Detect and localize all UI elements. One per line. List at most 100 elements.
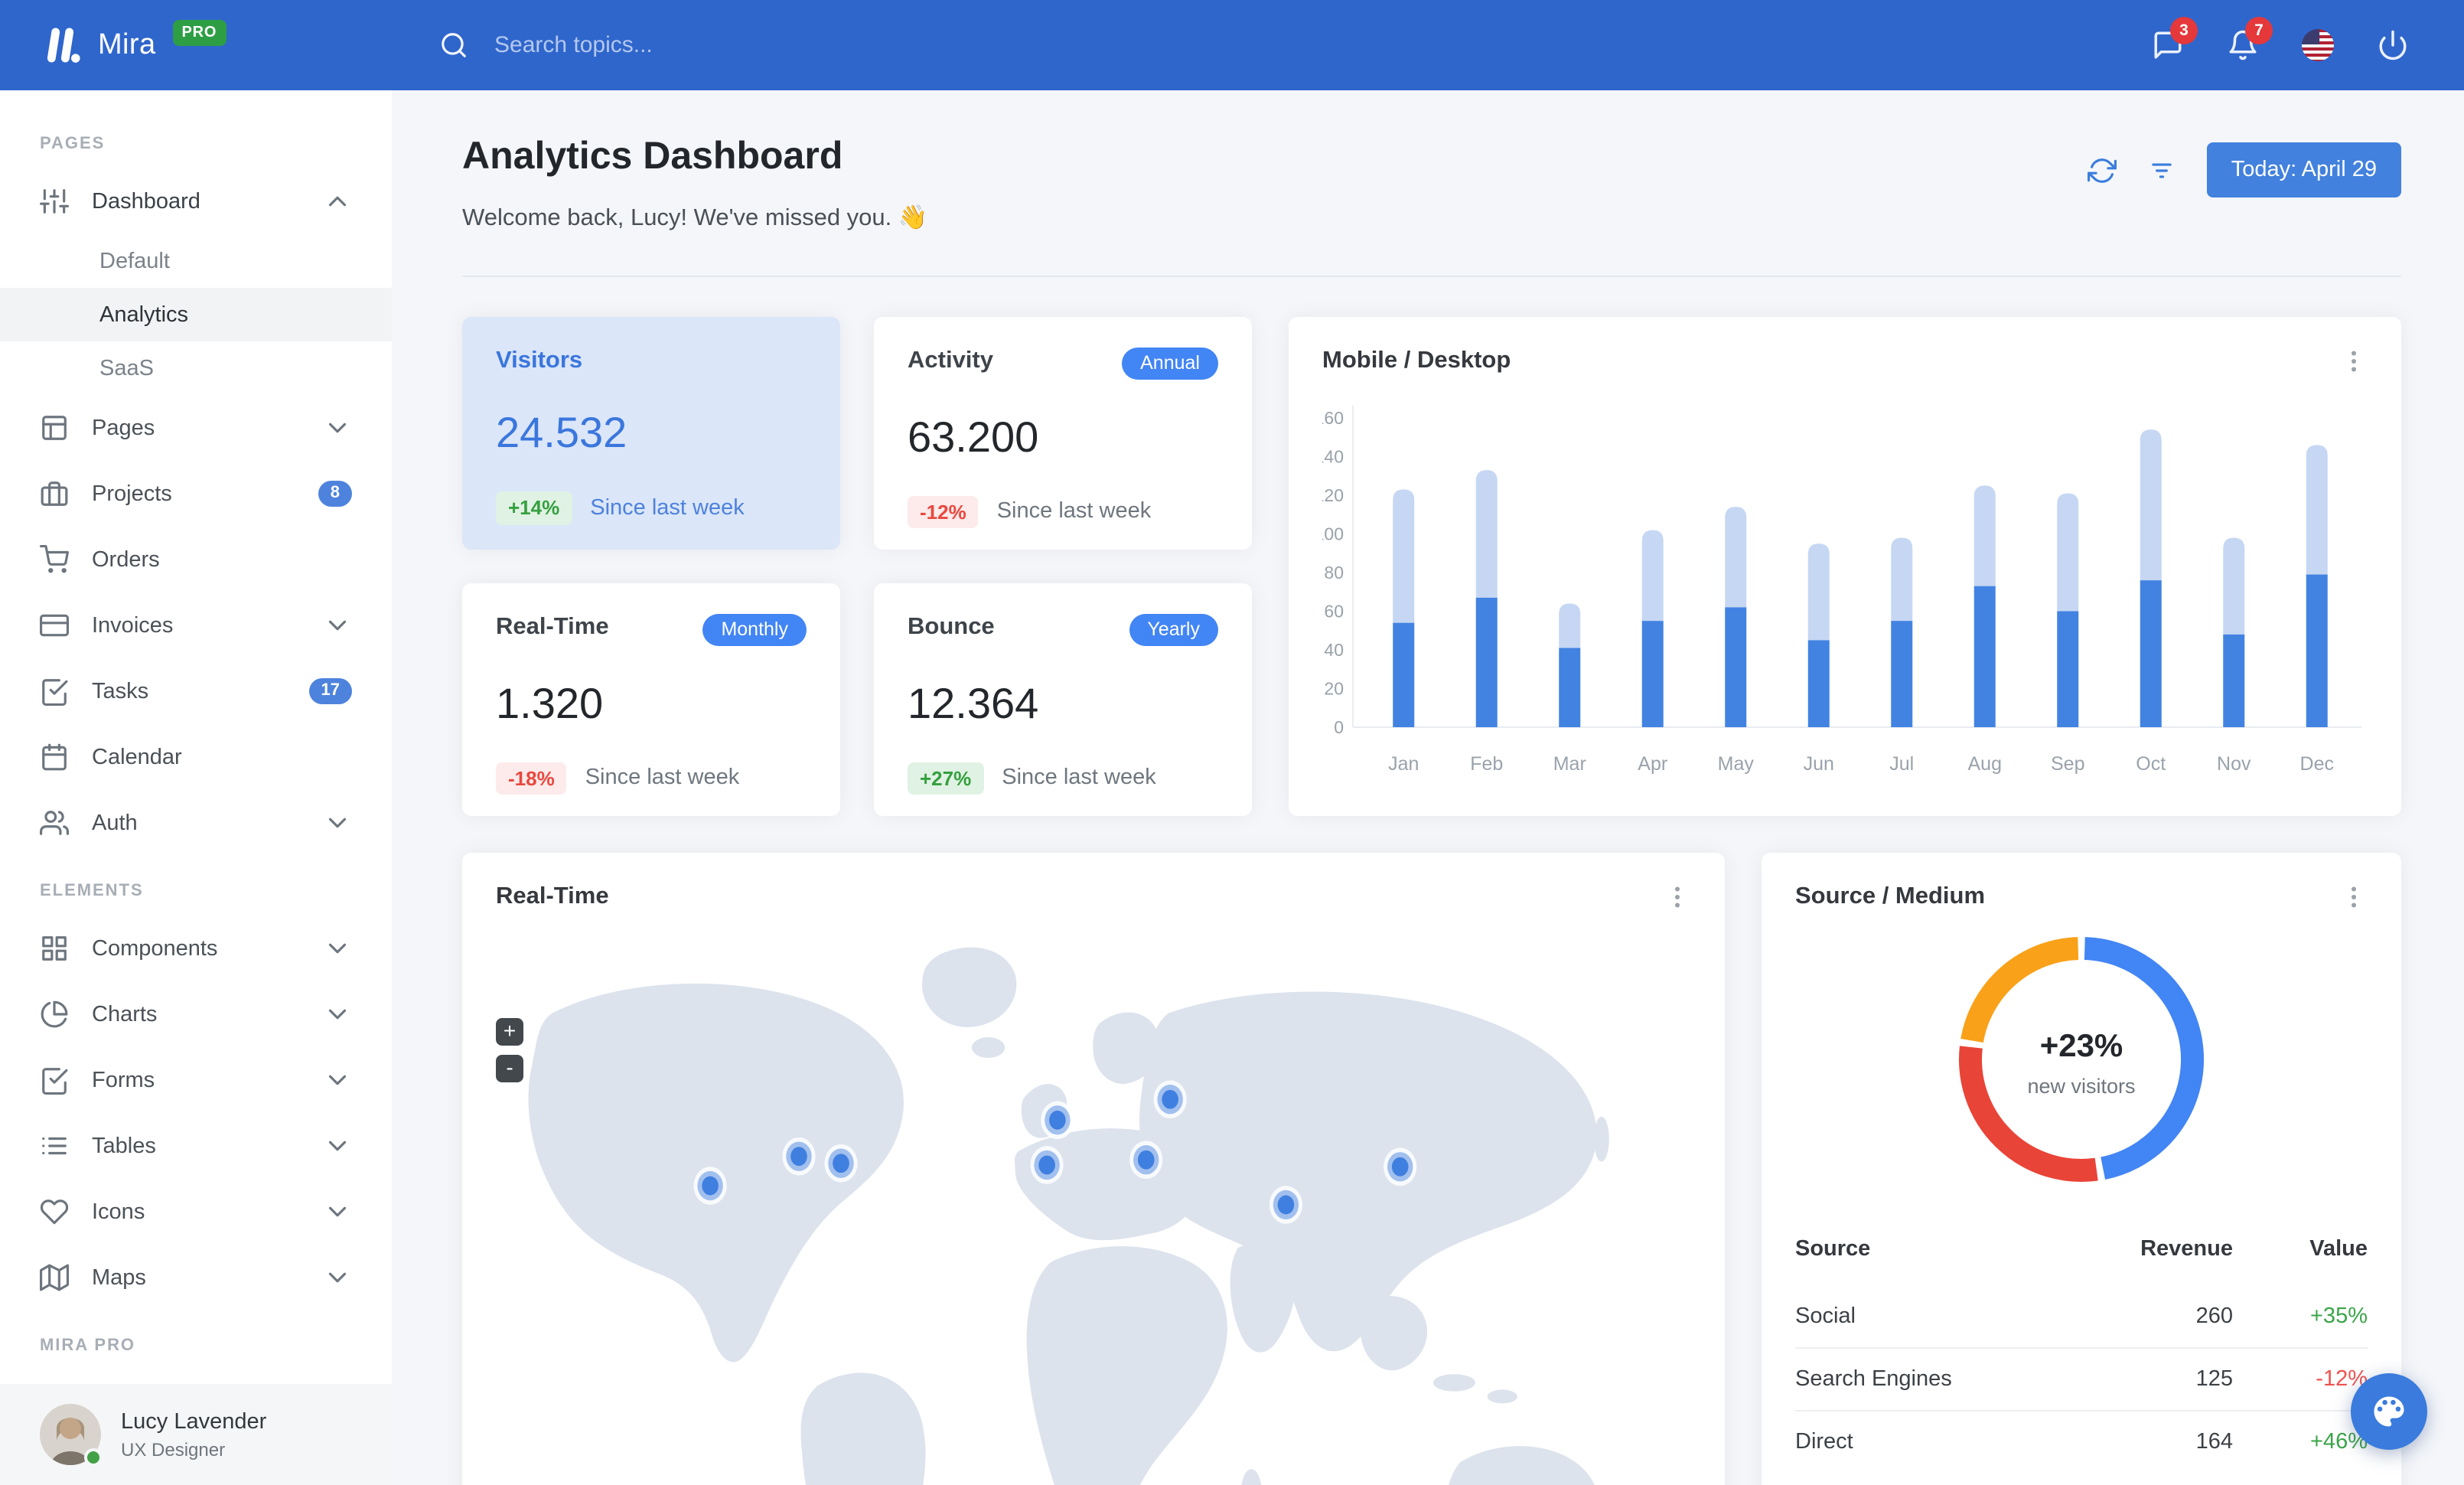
sidebar-item-icons[interactable]: Icons bbox=[0, 1179, 392, 1245]
bar-nov[interactable] bbox=[2223, 537, 2245, 727]
x-axis-label: Sep bbox=[2051, 753, 2084, 775]
palette-icon bbox=[2374, 1396, 2404, 1427]
sidebar-item-components[interactable]: Components bbox=[0, 915, 392, 981]
notifications-button[interactable]: 7 bbox=[2210, 13, 2274, 77]
stat-caption: Since last week bbox=[996, 499, 1152, 524]
brand[interactable]: Mira PRO bbox=[40, 20, 384, 66]
refresh-button[interactable] bbox=[2087, 155, 2117, 184]
stat-card-bounce: Bounce Yearly 12.364 +27% Since last week bbox=[874, 583, 1252, 816]
map-marker[interactable] bbox=[824, 1144, 858, 1183]
sidebar-item-forms[interactable]: Forms bbox=[0, 1047, 392, 1113]
sidebar-item-tables[interactable]: Tables bbox=[0, 1113, 392, 1179]
chevron-down-icon bbox=[328, 943, 347, 954]
source-medium-title: Source / Medium bbox=[1795, 883, 1986, 909]
card-menu-button[interactable] bbox=[1664, 883, 1691, 911]
value-cell: -12% bbox=[2233, 1347, 2368, 1411]
bar-apr[interactable] bbox=[1641, 530, 1664, 727]
stat-card-visitors: Visitors 24.532 +14% Since last week bbox=[462, 317, 840, 550]
search-icon bbox=[442, 33, 466, 57]
sidebar-item-charts[interactable]: Charts bbox=[0, 981, 392, 1047]
filter-button[interactable] bbox=[2147, 155, 2176, 184]
theme-settings-fab[interactable] bbox=[2351, 1373, 2427, 1450]
bar-oct[interactable] bbox=[2140, 429, 2162, 727]
table-column-header: Value bbox=[2309, 1237, 2368, 1261]
sidebar-item-projects[interactable]: Projects 8 bbox=[0, 461, 392, 527]
bar-may[interactable] bbox=[1725, 507, 1747, 727]
sidebar-subitem-saas[interactable]: SaaS bbox=[0, 341, 392, 395]
y-axis-label: 120 bbox=[1322, 485, 1344, 505]
map-marker[interactable] bbox=[1384, 1147, 1417, 1186]
x-axis-label: Jan bbox=[1388, 753, 1419, 775]
chevron-up-icon bbox=[328, 196, 347, 207]
map-zoom-controls: + - bbox=[496, 1018, 523, 1092]
us-flag-icon bbox=[2301, 29, 2333, 61]
shopping-cart-icon bbox=[40, 545, 69, 573]
world-map[interactable]: + - bbox=[462, 923, 1725, 1485]
bar-dec[interactable] bbox=[2306, 445, 2328, 727]
sidebar-item-label: Pages bbox=[92, 416, 155, 440]
sidebar-subitem-analytics[interactable]: Analytics bbox=[0, 288, 392, 341]
chevron-down-icon bbox=[328, 1206, 347, 1217]
x-axis-label: May bbox=[1718, 753, 1755, 775]
map-zoom-in-button[interactable]: + bbox=[496, 1018, 523, 1046]
map-marker[interactable] bbox=[693, 1167, 727, 1205]
heart-icon bbox=[40, 1199, 69, 1225]
search-input[interactable] bbox=[491, 31, 920, 60]
stat-period-badge[interactable]: Annual bbox=[1122, 348, 1218, 379]
card-menu-button[interactable] bbox=[2340, 883, 2368, 911]
sidebar-item-dashboard[interactable]: Dashboard bbox=[0, 168, 392, 234]
source-cell: Search Engines bbox=[1795, 1347, 2049, 1411]
bar-mar[interactable] bbox=[1559, 603, 1581, 727]
y-axis-label: 0 bbox=[1334, 717, 1344, 737]
bar-jul[interactable] bbox=[1891, 537, 1913, 727]
card-menu-button[interactable] bbox=[2340, 348, 2368, 375]
map-marker[interactable] bbox=[782, 1137, 816, 1176]
sidebar-user[interactable]: Lucy Lavender UX Designer bbox=[0, 1384, 392, 1485]
sidebar-item-label: Auth bbox=[92, 811, 138, 835]
sidebar-item-calendar[interactable]: Calendar bbox=[0, 724, 392, 790]
briefcase-icon bbox=[41, 481, 68, 506]
sidebar-item-maps[interactable]: Maps bbox=[0, 1245, 392, 1310]
bar-feb[interactable] bbox=[1475, 470, 1498, 727]
map-zoom-out-button[interactable]: - bbox=[496, 1055, 523, 1082]
signout-button[interactable] bbox=[2360, 13, 2424, 77]
bar-sep[interactable] bbox=[2057, 493, 2079, 727]
bar-jan[interactable] bbox=[1393, 489, 1415, 727]
sidebar-item-pages[interactable]: Pages bbox=[0, 395, 392, 461]
bar-aug[interactable] bbox=[1973, 485, 1996, 727]
today-button[interactable]: Today: April 29 bbox=[2206, 142, 2401, 197]
source-medium-card: Source / Medium +23% new visitors Source… bbox=[1762, 853, 2401, 1485]
chevron-down-icon bbox=[328, 1272, 347, 1283]
messages-button[interactable]: 3 bbox=[2135, 13, 2199, 77]
y-axis-label: 160 bbox=[1322, 408, 1344, 428]
sidebar-item-invoices[interactable]: Invoices bbox=[0, 592, 392, 658]
sidebar-item-label: Projects bbox=[92, 481, 172, 506]
map-marker[interactable] bbox=[1129, 1141, 1163, 1180]
y-axis-label: 140 bbox=[1322, 447, 1344, 467]
sidebar-item-orders[interactable]: Orders bbox=[0, 527, 392, 592]
stat-period-badge[interactable]: Yearly bbox=[1129, 614, 1218, 645]
revenue-cell: 260 bbox=[2195, 1304, 2233, 1329]
chevron-down-icon bbox=[328, 818, 347, 828]
stat-caption: Since last week bbox=[1002, 765, 1156, 791]
chevron-down-icon bbox=[328, 620, 347, 631]
map-marker[interactable] bbox=[1153, 1080, 1187, 1119]
sidebar-item-tasks[interactable]: Tasks 17 bbox=[0, 658, 392, 724]
stat-period-badge[interactable]: Monthly bbox=[702, 614, 807, 645]
sidebar-item-auth[interactable]: Auth bbox=[0, 790, 392, 856]
navbar-search bbox=[439, 31, 920, 60]
map-marker[interactable] bbox=[1041, 1101, 1074, 1140]
sliders-icon bbox=[40, 189, 69, 214]
x-axis-label: Dec bbox=[2300, 753, 2334, 775]
map-marker[interactable] bbox=[1269, 1186, 1303, 1224]
language-button[interactable] bbox=[2285, 13, 2349, 77]
bar-jun[interactable] bbox=[1807, 543, 1830, 727]
x-axis-label: Apr bbox=[1638, 753, 1667, 775]
donut-center-label: new visitors bbox=[2027, 1075, 2136, 1098]
header-actions: Today: April 29 bbox=[2087, 142, 2401, 197]
sidebar-item-label: Calendar bbox=[92, 745, 182, 769]
stat-card-activity: Activity Annual 63.200 -12% Since last week bbox=[874, 317, 1252, 550]
sidebar-subitem-default[interactable]: Default bbox=[0, 234, 392, 288]
map-marker[interactable] bbox=[1030, 1146, 1064, 1184]
stat-caption: Since last week bbox=[590, 495, 745, 521]
